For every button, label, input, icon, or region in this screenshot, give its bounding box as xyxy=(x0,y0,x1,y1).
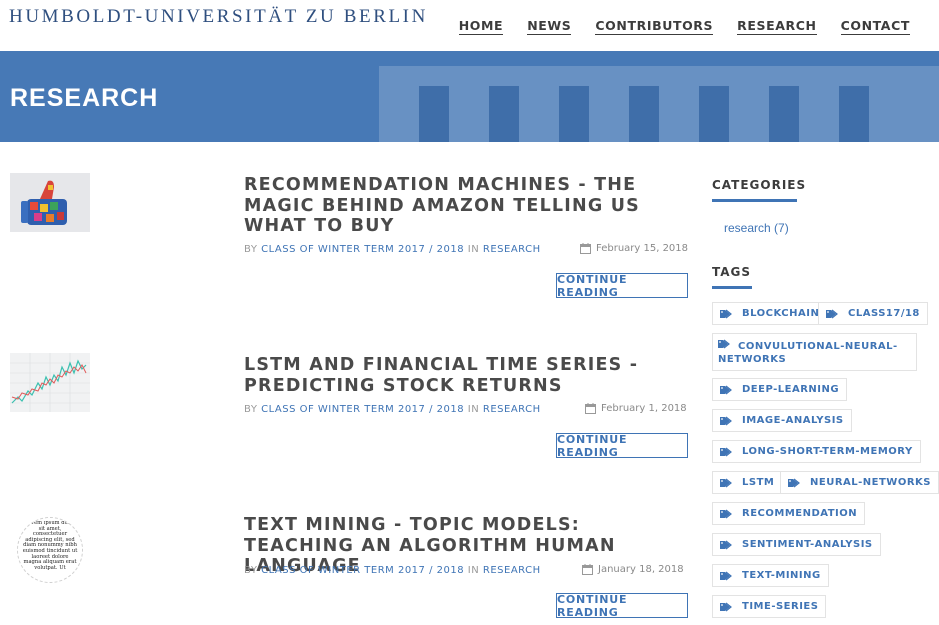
tag-label: TIME-SERIES xyxy=(742,601,819,612)
tag-long-short-term-memory[interactable]: LONG-SHORT-TERM-MEMORY xyxy=(712,440,921,463)
page-title: RESEARCH xyxy=(10,84,159,112)
stock-chart-image xyxy=(10,353,90,412)
by-label: BY xyxy=(244,404,258,415)
tag-label: CLASS17/18 xyxy=(848,308,920,319)
nav-home-link[interactable]: HOME xyxy=(458,18,504,35)
post-thumbnail-text-mining[interactable]: Lorem ipsum dolor sit amet, consectetuer… xyxy=(17,517,83,583)
nav-contact-link[interactable]: CONTACT xyxy=(840,18,910,35)
tag-icon xyxy=(720,509,732,518)
tag-icon xyxy=(720,385,732,394)
thumbs-up-image xyxy=(10,173,90,232)
tag-label: BLOCKCHAIN xyxy=(742,308,820,319)
post-date-text: February 1, 2018 xyxy=(601,403,687,414)
tag-lstm[interactable]: LSTM xyxy=(712,471,783,494)
tag-icon xyxy=(826,309,838,318)
calendar-icon xyxy=(585,403,596,414)
by-label: BY xyxy=(244,565,258,576)
tag-image-analysis[interactable]: IMAGE-ANALYSIS xyxy=(712,409,852,432)
post-date: February 15, 2018 xyxy=(580,243,688,254)
continue-reading-button[interactable]: CONTINUE READING xyxy=(556,593,688,619)
categories-heading: CATEGORIES xyxy=(712,178,807,192)
page-banner: RESEARCH xyxy=(0,51,939,142)
post-date: February 1, 2018 xyxy=(585,403,687,414)
tag-icon xyxy=(718,339,730,349)
main-nav: HOME NEWS CONTRIBUTORS RESEARCH CONTACT xyxy=(458,18,910,35)
site-header: HUMBOLDT-UNIVERSITÄT ZU BERLIN HOME NEWS… xyxy=(0,0,939,51)
post-date-text: January 18, 2018 xyxy=(598,564,684,575)
calendar-icon xyxy=(582,564,593,575)
lorem-ipsum-text: Lorem ipsum dolor sit amet, consectetuer… xyxy=(22,521,78,571)
author-link[interactable]: CLASS OF WINTER TERM 2017 / 2018 xyxy=(261,565,464,576)
author-link[interactable]: CLASS OF WINTER TERM 2017 / 2018 xyxy=(261,244,464,255)
category-link[interactable]: RESEARCH xyxy=(483,244,541,255)
tag-icon xyxy=(720,540,732,549)
continue-reading-button[interactable]: CONTINUE READING xyxy=(556,273,688,299)
tag-icon xyxy=(720,602,732,611)
building-background-image xyxy=(379,66,939,142)
nav-research-link[interactable]: RESEARCH xyxy=(737,18,817,35)
post-thumbnail-lstm[interactable] xyxy=(10,353,90,412)
post-title[interactable]: RECOMMENDATION MACHINES - THE MAGIC BEHI… xyxy=(244,175,694,237)
author-link[interactable]: CLASS OF WINTER TERM 2017 / 2018 xyxy=(261,404,464,415)
tag-icon xyxy=(720,309,732,318)
tag-label: DEEP-LEARNING xyxy=(742,384,840,395)
tag-label: CONVULUTIONAL-NEURAL-NETWORKS xyxy=(718,341,898,365)
tag-icon xyxy=(720,478,732,487)
by-label: BY xyxy=(244,244,258,255)
nav-news-link[interactable]: NEWS xyxy=(527,18,572,35)
tag-label: RECOMMENDATION xyxy=(742,508,858,519)
categories-underline xyxy=(712,199,797,202)
continue-reading-button[interactable]: CONTINUE READING xyxy=(556,433,688,459)
tag-time-series[interactable]: TIME-SERIES xyxy=(712,595,827,618)
tags-heading: TAGS xyxy=(712,265,752,279)
tag-icon xyxy=(788,478,800,487)
tags-underline xyxy=(712,286,752,289)
category-link[interactable]: RESEARCH xyxy=(483,565,541,576)
tag-icon xyxy=(720,571,732,580)
post-title[interactable]: LSTM AND FINANCIAL TIME SERIES - PREDICT… xyxy=(244,355,694,396)
tag-class17-18[interactable]: CLASS17/18 xyxy=(818,302,928,325)
post-thumbnail-recommendation[interactable] xyxy=(10,173,90,232)
nav-contributors-link[interactable]: CONTRIBUTORS xyxy=(595,18,714,35)
tag-blockchain[interactable]: BLOCKCHAIN xyxy=(712,302,828,325)
post-meta: BY CLASS OF WINTER TERM 2017 / 2018 IN R… xyxy=(244,244,541,255)
post-meta: BY CLASS OF WINTER TERM 2017 / 2018 IN R… xyxy=(244,404,541,415)
tag-convulutional-neural-networks[interactable]: CONVULUTIONAL-NEURAL-NETWORKS xyxy=(712,333,917,371)
tag-text-mining[interactable]: TEXT-MINING xyxy=(712,564,829,587)
university-logo[interactable]: HUMBOLDT-UNIVERSITÄT ZU BERLIN xyxy=(9,6,428,28)
tag-recommendation[interactable]: RECOMMENDATION xyxy=(712,502,866,525)
tag-label: NEURAL-NETWORKS xyxy=(810,477,931,488)
tag-label: SENTIMENT-ANALYSIS xyxy=(742,539,873,550)
category-research-link[interactable]: research (7) xyxy=(724,221,789,235)
post-date: January 18, 2018 xyxy=(582,564,684,575)
tag-label: LONG-SHORT-TERM-MEMORY xyxy=(742,446,913,457)
tag-icon xyxy=(720,447,732,456)
post-date-text: February 15, 2018 xyxy=(596,243,689,254)
tag-icon xyxy=(720,416,732,425)
tag-label: TEXT-MINING xyxy=(742,570,821,581)
tag-label: LSTM xyxy=(742,477,775,488)
tag-deep-learning[interactable]: DEEP-LEARNING xyxy=(712,378,848,401)
category-link[interactable]: RESEARCH xyxy=(483,404,541,415)
tag-neural-networks[interactable]: NEURAL-NETWORKS xyxy=(780,471,939,494)
in-label: IN xyxy=(467,244,480,255)
in-label: IN xyxy=(467,404,480,415)
tag-sentiment-analysis[interactable]: SENTIMENT-ANALYSIS xyxy=(712,533,881,556)
tag-label: IMAGE-ANALYSIS xyxy=(742,415,844,426)
calendar-icon xyxy=(580,243,591,254)
post-meta: BY CLASS OF WINTER TERM 2017 / 2018 IN R… xyxy=(244,565,541,576)
in-label: IN xyxy=(467,565,480,576)
